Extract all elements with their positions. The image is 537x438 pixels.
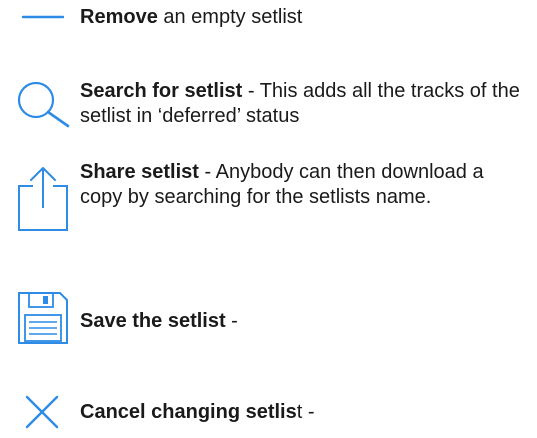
item-save-text: Save the setlist - [80,310,238,332]
item-remove-text: Remove an empty setlist [80,6,303,28]
minus-icon [22,15,64,19]
search-icon [17,81,70,128]
save-icon [18,292,68,344]
item-share-text: Share setlist - Anybody can then downloa… [80,161,484,208]
item-search-text: Search for setlist - This adds all the t… [80,80,520,127]
share-icon [18,167,68,231]
item-cancel-text: Cancel changing setlist - [80,401,315,423]
close-icon [25,395,59,429]
